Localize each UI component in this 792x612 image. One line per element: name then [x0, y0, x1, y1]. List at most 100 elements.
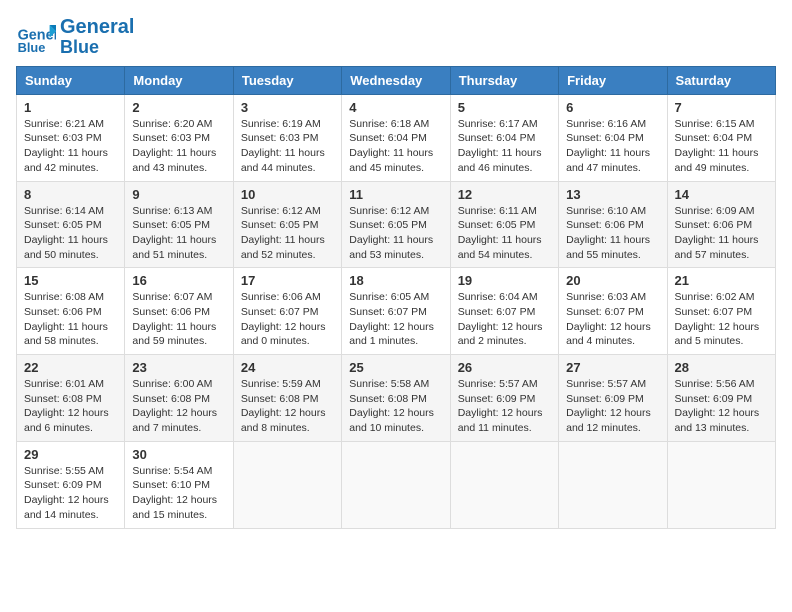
day-info: Sunrise: 6:12 AM Sunset: 6:05 PM Dayligh… [241, 204, 334, 263]
calendar-cell [233, 441, 341, 528]
day-number: 10 [241, 187, 334, 202]
day-info: Sunrise: 6:03 AM Sunset: 6:07 PM Dayligh… [566, 290, 659, 349]
calendar-cell: 26 Sunrise: 5:57 AM Sunset: 6:09 PM Dayl… [450, 355, 558, 442]
page-header: General Blue General Blue [16, 16, 776, 58]
day-info: Sunrise: 6:18 AM Sunset: 6:04 PM Dayligh… [349, 117, 442, 176]
calendar-cell [342, 441, 450, 528]
day-info: Sunrise: 6:16 AM Sunset: 6:04 PM Dayligh… [566, 117, 659, 176]
day-info: Sunrise: 5:58 AM Sunset: 6:08 PM Dayligh… [349, 377, 442, 436]
calendar-cell: 30 Sunrise: 5:54 AM Sunset: 6:10 PM Dayl… [125, 441, 233, 528]
col-header-friday: Friday [559, 66, 667, 94]
calendar-cell: 16 Sunrise: 6:07 AM Sunset: 6:06 PM Dayl… [125, 268, 233, 355]
day-info: Sunrise: 5:59 AM Sunset: 6:08 PM Dayligh… [241, 377, 334, 436]
day-number: 9 [132, 187, 225, 202]
calendar-cell: 4 Sunrise: 6:18 AM Sunset: 6:04 PM Dayli… [342, 94, 450, 181]
day-number: 12 [458, 187, 551, 202]
calendar-cell: 24 Sunrise: 5:59 AM Sunset: 6:08 PM Dayl… [233, 355, 341, 442]
calendar-cell: 7 Sunrise: 6:15 AM Sunset: 6:04 PM Dayli… [667, 94, 775, 181]
calendar-cell: 17 Sunrise: 6:06 AM Sunset: 6:07 PM Dayl… [233, 268, 341, 355]
day-info: Sunrise: 6:08 AM Sunset: 6:06 PM Dayligh… [24, 290, 117, 349]
day-number: 13 [566, 187, 659, 202]
logo-icon: General Blue [16, 17, 56, 57]
day-info: Sunrise: 5:57 AM Sunset: 6:09 PM Dayligh… [566, 377, 659, 436]
day-number: 25 [349, 360, 442, 375]
day-number: 18 [349, 273, 442, 288]
calendar-cell: 13 Sunrise: 6:10 AM Sunset: 6:06 PM Dayl… [559, 181, 667, 268]
day-info: Sunrise: 6:06 AM Sunset: 6:07 PM Dayligh… [241, 290, 334, 349]
day-info: Sunrise: 6:15 AM Sunset: 6:04 PM Dayligh… [675, 117, 768, 176]
calendar-week-3: 15 Sunrise: 6:08 AM Sunset: 6:06 PM Dayl… [17, 268, 776, 355]
calendar-week-5: 29 Sunrise: 5:55 AM Sunset: 6:09 PM Dayl… [17, 441, 776, 528]
calendar-cell: 18 Sunrise: 6:05 AM Sunset: 6:07 PM Dayl… [342, 268, 450, 355]
day-number: 7 [675, 100, 768, 115]
col-header-monday: Monday [125, 66, 233, 94]
day-info: Sunrise: 6:13 AM Sunset: 6:05 PM Dayligh… [132, 204, 225, 263]
day-number: 4 [349, 100, 442, 115]
day-info: Sunrise: 5:56 AM Sunset: 6:09 PM Dayligh… [675, 377, 768, 436]
calendar-cell [559, 441, 667, 528]
calendar-cell: 1 Sunrise: 6:21 AM Sunset: 6:03 PM Dayli… [17, 94, 125, 181]
day-info: Sunrise: 5:57 AM Sunset: 6:09 PM Dayligh… [458, 377, 551, 436]
calendar-cell [450, 441, 558, 528]
calendar-week-4: 22 Sunrise: 6:01 AM Sunset: 6:08 PM Dayl… [17, 355, 776, 442]
day-info: Sunrise: 6:10 AM Sunset: 6:06 PM Dayligh… [566, 204, 659, 263]
day-number: 11 [349, 187, 442, 202]
calendar-week-1: 1 Sunrise: 6:21 AM Sunset: 6:03 PM Dayli… [17, 94, 776, 181]
calendar-cell: 21 Sunrise: 6:02 AM Sunset: 6:07 PM Dayl… [667, 268, 775, 355]
day-info: Sunrise: 6:00 AM Sunset: 6:08 PM Dayligh… [132, 377, 225, 436]
calendar-cell: 8 Sunrise: 6:14 AM Sunset: 6:05 PM Dayli… [17, 181, 125, 268]
calendar-cell: 2 Sunrise: 6:20 AM Sunset: 6:03 PM Dayli… [125, 94, 233, 181]
logo: General Blue General Blue [16, 16, 134, 58]
calendar-cell: 25 Sunrise: 5:58 AM Sunset: 6:08 PM Dayl… [342, 355, 450, 442]
col-header-sunday: Sunday [17, 66, 125, 94]
col-header-wednesday: Wednesday [342, 66, 450, 94]
day-info: Sunrise: 5:55 AM Sunset: 6:09 PM Dayligh… [24, 464, 117, 523]
day-info: Sunrise: 6:05 AM Sunset: 6:07 PM Dayligh… [349, 290, 442, 349]
logo-line2: Blue [60, 38, 134, 58]
day-info: Sunrise: 6:21 AM Sunset: 6:03 PM Dayligh… [24, 117, 117, 176]
day-number: 6 [566, 100, 659, 115]
day-number: 8 [24, 187, 117, 202]
day-number: 19 [458, 273, 551, 288]
calendar-week-2: 8 Sunrise: 6:14 AM Sunset: 6:05 PM Dayli… [17, 181, 776, 268]
calendar-cell: 15 Sunrise: 6:08 AM Sunset: 6:06 PM Dayl… [17, 268, 125, 355]
calendar-cell: 27 Sunrise: 5:57 AM Sunset: 6:09 PM Dayl… [559, 355, 667, 442]
day-info: Sunrise: 6:17 AM Sunset: 6:04 PM Dayligh… [458, 117, 551, 176]
svg-text:Blue: Blue [18, 40, 46, 55]
day-number: 15 [24, 273, 117, 288]
day-info: Sunrise: 6:01 AM Sunset: 6:08 PM Dayligh… [24, 377, 117, 436]
col-header-saturday: Saturday [667, 66, 775, 94]
day-info: Sunrise: 6:04 AM Sunset: 6:07 PM Dayligh… [458, 290, 551, 349]
day-info: Sunrise: 6:11 AM Sunset: 6:05 PM Dayligh… [458, 204, 551, 263]
day-number: 27 [566, 360, 659, 375]
day-number: 20 [566, 273, 659, 288]
day-number: 24 [241, 360, 334, 375]
day-number: 23 [132, 360, 225, 375]
day-info: Sunrise: 6:19 AM Sunset: 6:03 PM Dayligh… [241, 117, 334, 176]
day-number: 26 [458, 360, 551, 375]
calendar-cell: 14 Sunrise: 6:09 AM Sunset: 6:06 PM Dayl… [667, 181, 775, 268]
calendar-cell: 22 Sunrise: 6:01 AM Sunset: 6:08 PM Dayl… [17, 355, 125, 442]
calendar-cell: 5 Sunrise: 6:17 AM Sunset: 6:04 PM Dayli… [450, 94, 558, 181]
day-number: 29 [24, 447, 117, 462]
calendar-cell: 20 Sunrise: 6:03 AM Sunset: 6:07 PM Dayl… [559, 268, 667, 355]
day-number: 22 [24, 360, 117, 375]
day-number: 16 [132, 273, 225, 288]
day-info: Sunrise: 6:14 AM Sunset: 6:05 PM Dayligh… [24, 204, 117, 263]
day-info: Sunrise: 6:07 AM Sunset: 6:06 PM Dayligh… [132, 290, 225, 349]
calendar-cell: 10 Sunrise: 6:12 AM Sunset: 6:05 PM Dayl… [233, 181, 341, 268]
calendar-cell: 6 Sunrise: 6:16 AM Sunset: 6:04 PM Dayli… [559, 94, 667, 181]
day-number: 1 [24, 100, 117, 115]
calendar-cell: 12 Sunrise: 6:11 AM Sunset: 6:05 PM Dayl… [450, 181, 558, 268]
day-number: 3 [241, 100, 334, 115]
calendar-header-row: SundayMondayTuesdayWednesdayThursdayFrid… [17, 66, 776, 94]
day-info: Sunrise: 5:54 AM Sunset: 6:10 PM Dayligh… [132, 464, 225, 523]
calendar-table: SundayMondayTuesdayWednesdayThursdayFrid… [16, 66, 776, 529]
logo-line1: General [60, 16, 134, 38]
calendar-cell: 9 Sunrise: 6:13 AM Sunset: 6:05 PM Dayli… [125, 181, 233, 268]
calendar-cell: 29 Sunrise: 5:55 AM Sunset: 6:09 PM Dayl… [17, 441, 125, 528]
day-number: 5 [458, 100, 551, 115]
day-info: Sunrise: 6:09 AM Sunset: 6:06 PM Dayligh… [675, 204, 768, 263]
day-number: 28 [675, 360, 768, 375]
day-number: 17 [241, 273, 334, 288]
